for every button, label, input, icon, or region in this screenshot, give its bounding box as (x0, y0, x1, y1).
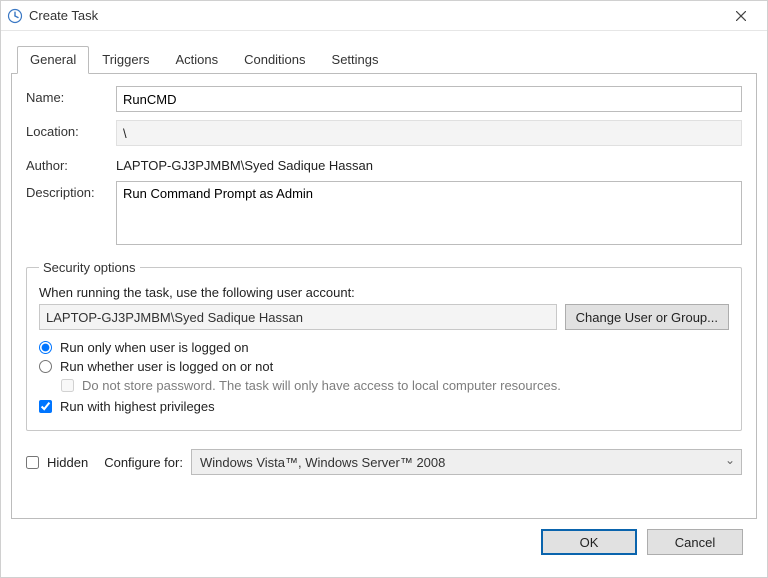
radio-run-whether-label: Run whether user is logged on or not (60, 359, 273, 374)
radio-run-whether-input[interactable] (39, 360, 52, 373)
create-task-window: Create Task General Triggers Actions Con… (0, 0, 768, 578)
tabstrip: General Triggers Actions Conditions Sett… (11, 45, 757, 74)
checkbox-no-store-password-input (61, 379, 74, 392)
tab-actions[interactable]: Actions (162, 46, 231, 74)
row-location: Location: \ (26, 120, 742, 146)
tab-conditions[interactable]: Conditions (231, 46, 318, 74)
configure-for-label: Configure for: (104, 455, 183, 470)
description-input[interactable] (116, 181, 742, 245)
checkbox-highest-privileges-label: Run with highest privileges (60, 399, 215, 414)
security-legend: Security options (39, 260, 140, 275)
dialog-body: General Triggers Actions Conditions Sett… (1, 31, 767, 577)
change-user-button[interactable]: Change User or Group... (565, 304, 729, 330)
checkbox-highest-privileges-input[interactable] (39, 400, 52, 413)
radio-run-logged-on[interactable]: Run only when user is logged on (39, 340, 729, 355)
ok-button[interactable]: OK (541, 529, 637, 555)
tab-settings[interactable]: Settings (319, 46, 392, 74)
close-icon (736, 8, 746, 24)
bottom-row: Hidden Configure for: Windows Vista™, Wi… (26, 449, 742, 475)
account-row: LAPTOP-GJ3PJMBM\Syed Sadique Hassan Chan… (39, 304, 729, 330)
row-name: Name: (26, 86, 742, 112)
tab-panel-general: Name: Location: \ Author: LAPTOP-GJ3PJMB… (11, 74, 757, 519)
security-options-group: Security options When running the task, … (26, 260, 742, 431)
name-input[interactable] (116, 86, 742, 112)
checkbox-no-store-password-label: Do not store password. The task will onl… (82, 378, 561, 393)
author-value: LAPTOP-GJ3PJMBM\Syed Sadique Hassan (116, 158, 373, 173)
author-label: Author: (26, 154, 116, 173)
configure-for-select[interactable]: Windows Vista™, Windows Server™ 2008 (191, 449, 742, 475)
checkbox-hidden-input[interactable] (26, 456, 39, 469)
checkbox-hidden-label: Hidden (47, 455, 88, 470)
location-value: \ (116, 120, 742, 146)
configure-for-value: Windows Vista™, Windows Server™ 2008 (200, 455, 445, 470)
checkbox-hidden[interactable]: Hidden (26, 455, 88, 470)
row-author: Author: LAPTOP-GJ3PJMBM\Syed Sadique Has… (26, 154, 742, 173)
checkbox-highest-privileges[interactable]: Run with highest privileges (39, 399, 729, 414)
security-prompt: When running the task, use the following… (39, 285, 729, 300)
location-label: Location: (26, 120, 116, 139)
tab-triggers[interactable]: Triggers (89, 46, 162, 74)
cancel-button[interactable]: Cancel (647, 529, 743, 555)
close-button[interactable] (721, 2, 761, 30)
configure-for-wrap: Configure for: Windows Vista™, Windows S… (104, 449, 742, 475)
row-description: Description: (26, 181, 742, 248)
titlebar: Create Task (1, 1, 767, 31)
clock-icon (7, 8, 23, 24)
radio-run-logged-on-input[interactable] (39, 341, 52, 354)
window-title: Create Task (29, 8, 721, 23)
radio-run-whether[interactable]: Run whether user is logged on or not (39, 359, 729, 374)
checkbox-no-store-password: Do not store password. The task will onl… (61, 378, 729, 393)
radio-run-logged-on-label: Run only when user is logged on (60, 340, 249, 355)
description-label: Description: (26, 181, 116, 200)
name-label: Name: (26, 86, 116, 105)
account-value: LAPTOP-GJ3PJMBM\Syed Sadique Hassan (39, 304, 557, 330)
tab-general[interactable]: General (17, 46, 89, 74)
dialog-footer: OK Cancel (11, 519, 757, 567)
